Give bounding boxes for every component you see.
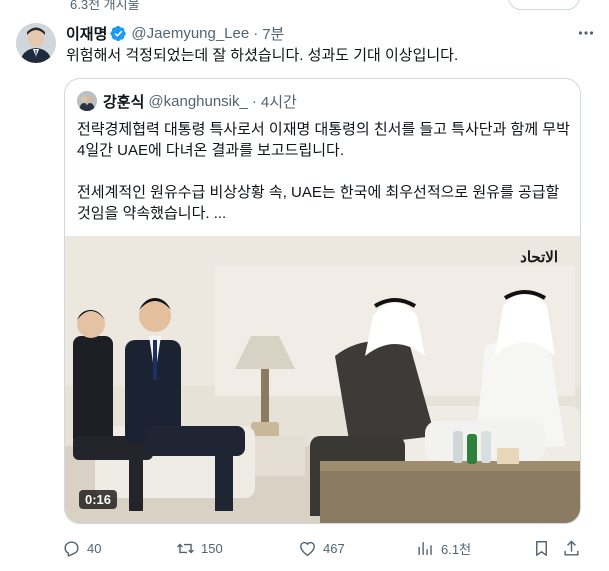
share-button[interactable] <box>562 537 587 559</box>
views-count: 6.1천 <box>441 541 472 557</box>
tweet-time[interactable]: 7분 <box>262 23 284 44</box>
video-watermark: الاتحاد <box>520 248 558 266</box>
quoted-author-avatar[interactable] <box>77 91 97 111</box>
video-frame <box>65 236 580 523</box>
quoted-paragraph-1: 전략경제협력 대통령 특사로서 이재명 대통령의 친서를 들고 특사단과 함께 … <box>77 121 570 159</box>
tweet-header: 이재명 @Jaemyung_Lee · 7분 <box>66 22 284 44</box>
quoted-time[interactable]: 4시간 <box>261 91 297 112</box>
views-button[interactable]: 6.1천 <box>416 537 471 559</box>
quoted-tweet[interactable]: 강훈식 @kanghunsik_ · 4시간 전략경제협력 대통령 특사로서 이… <box>64 78 581 524</box>
verified-icon <box>110 25 127 42</box>
video-player[interactable]: الاتحاد 0:16 <box>65 236 580 523</box>
quoted-text: 전략경제협력 대통령 특사로서 이재명 대통령의 친서를 들고 특사단과 함께 … <box>77 119 572 224</box>
quoted-author-handle[interactable]: @kanghunsik_ <box>148 93 247 110</box>
tweet-text: 위험해서 걱정되었는데 잘 하셨습니다. 성과도 기대 이상입니다. <box>66 47 459 64</box>
author-handle[interactable]: @Jaemyung_Lee <box>131 25 249 42</box>
repost-icon <box>177 543 194 553</box>
video-duration: 0:16 <box>79 490 118 509</box>
action-bar: 40 150 467 6.1천 <box>62 537 582 559</box>
reply-count: 40 <box>87 540 102 556</box>
share-icon <box>564 539 579 556</box>
repost-button[interactable]: 150 <box>176 537 223 559</box>
repost-count: 150 <box>201 540 223 556</box>
bookmark-icon <box>536 540 547 556</box>
quoted-author-name[interactable]: 강훈식 <box>103 91 144 112</box>
quoted-header: 강훈식 @kanghunsik_ · 4시간 <box>103 91 297 111</box>
previous-tweet-text: 6.3천 개시물 <box>70 0 140 12</box>
bookmark-button[interactable] <box>532 537 557 559</box>
views-icon <box>418 541 432 555</box>
previous-tweet-button[interactable] <box>508 0 580 10</box>
more-icon[interactable] <box>577 24 595 42</box>
like-button[interactable]: 467 <box>298 537 345 559</box>
like-count: 467 <box>323 540 345 556</box>
reply-button[interactable]: 40 <box>62 537 101 559</box>
previous-tweet-remnant: 6.3천 개시물 <box>0 0 609 14</box>
separator-dot: · <box>251 92 257 110</box>
author-avatar[interactable] <box>16 23 56 63</box>
separator-dot: · <box>253 24 259 42</box>
quoted-paragraph-2: 전세계적인 원유수급 비상상황 속, UAE는 한국에 최우선적으로 원유를 공… <box>77 184 560 222</box>
like-icon <box>300 541 315 556</box>
author-name[interactable]: 이재명 <box>66 23 107 44</box>
reply-icon <box>64 540 79 557</box>
